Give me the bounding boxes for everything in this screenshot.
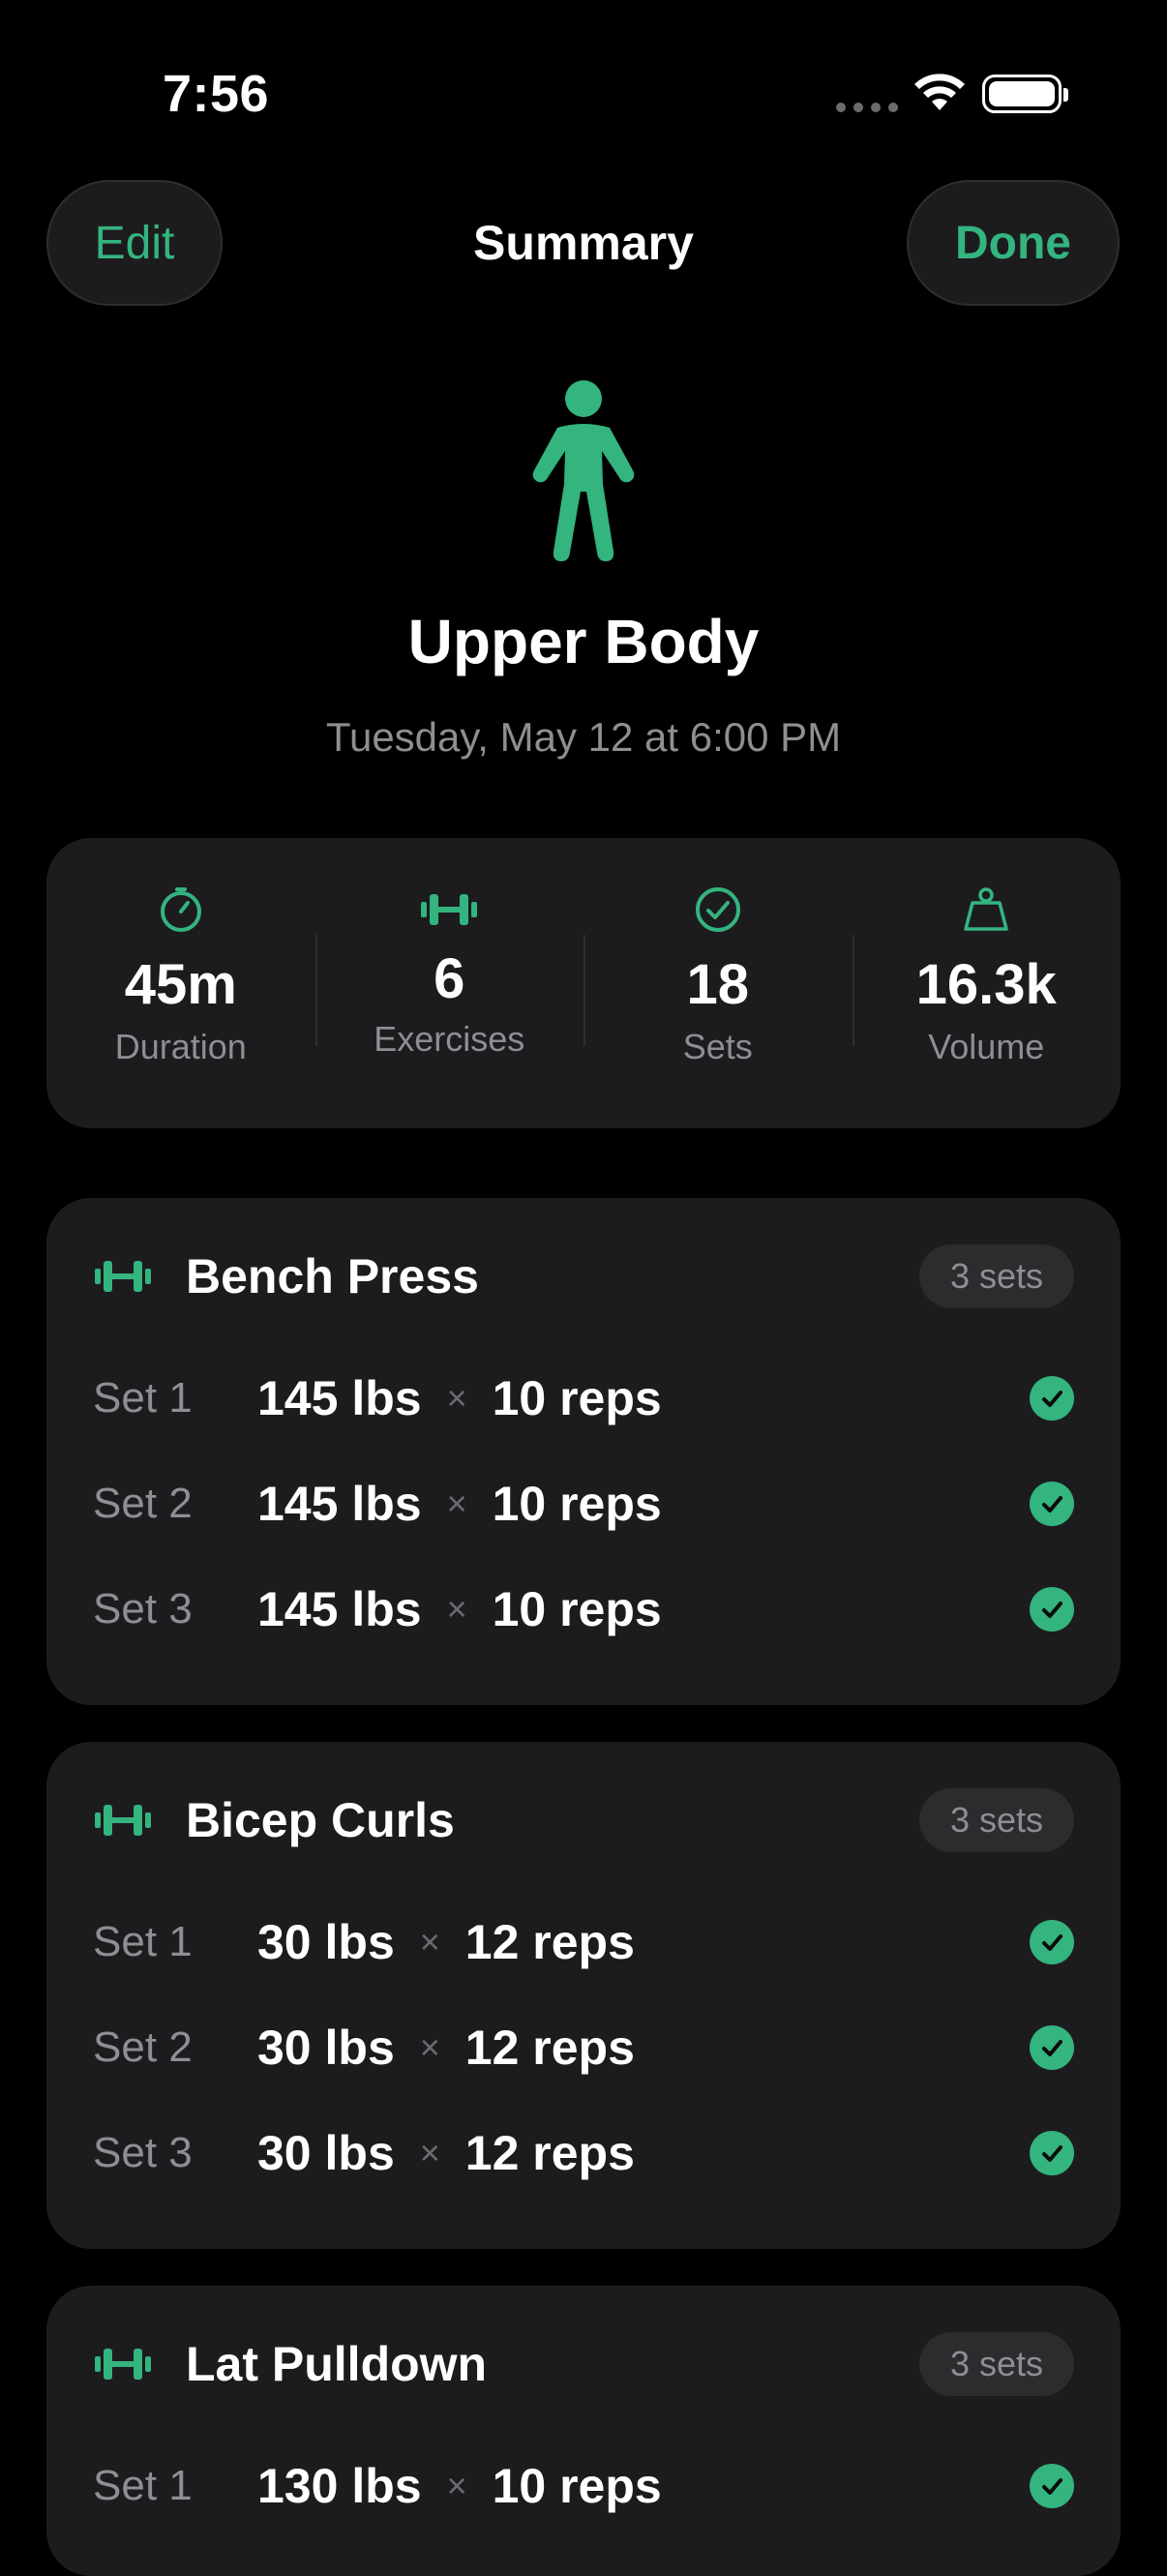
times-symbol: × [419, 2133, 440, 2172]
times-symbol: × [446, 1483, 467, 1523]
set-reps: 10 reps [492, 2459, 662, 2513]
set-reps: 12 reps [464, 1915, 635, 1969]
set-weight: 145 lbs [257, 1582, 422, 1636]
status-time: 7:56 [163, 65, 270, 123]
exercise-card-bench-press[interactable]: Bench Press 3 sets Set 1 145 lbs × 10 re… [46, 1198, 1121, 1705]
set-row[interactable]: Set 1 145 lbs × 10 reps [93, 1355, 1074, 1442]
set-row[interactable]: Set 1 130 lbs × 10 reps [93, 2442, 1074, 2530]
sets-count-badge: 3 sets [918, 2332, 1074, 2396]
stat-sets: 18 Sets [584, 838, 853, 1128]
set-label: Set 1 [93, 2462, 193, 2509]
set-weight: 145 lbs [257, 1371, 422, 1425]
cellular-signal-icon [836, 103, 898, 112]
set-label: Set 1 [93, 1374, 193, 1422]
dumbbell-icon [421, 894, 478, 925]
workout-date: Tuesday, May 12 at 6:00 PM [325, 714, 842, 760]
set-row[interactable]: Set 1 30 lbs × 12 reps [93, 1899, 1074, 1986]
set-label: Set 1 [93, 1918, 193, 1965]
set-weight: 30 lbs [257, 2021, 395, 2075]
stat-value: 45m [124, 953, 237, 1016]
set-reps: 10 reps [492, 1371, 662, 1425]
exercise-name: Lat Pulldown [186, 2337, 488, 2391]
wifi-icon [914, 74, 965, 110]
sets-count-badge: 3 sets [918, 1788, 1074, 1852]
times-symbol: × [446, 2466, 467, 2505]
times-symbol: × [419, 1922, 440, 1962]
completed-check-icon [1030, 2464, 1074, 2508]
dumbbell-icon [95, 2349, 151, 2380]
set-reps: 10 reps [492, 1477, 662, 1531]
completed-check-icon [1030, 1920, 1074, 1964]
stats-card: 45m Duration 6 Exercises 18 Sets 16.3k V… [46, 838, 1121, 1128]
completed-check-icon [1030, 1587, 1074, 1632]
timer-icon [160, 887, 201, 932]
set-label: Set 2 [93, 1480, 193, 1527]
dumbbell-icon [95, 1805, 151, 1836]
set-weight: 30 lbs [257, 1915, 395, 1969]
set-label: Set 3 [93, 2129, 193, 2176]
stat-value: 6 [434, 947, 465, 1010]
set-reps: 12 reps [464, 2126, 635, 2180]
workout-title: Upper Body [407, 607, 760, 676]
set-row[interactable]: Set 3 30 lbs × 12 reps [93, 2110, 1074, 2197]
battery-icon [982, 75, 1068, 113]
set-weight: 130 lbs [257, 2459, 422, 2513]
dumbbell-icon [95, 1261, 151, 1292]
times-symbol: × [446, 1378, 467, 1418]
sets-count-badge: 3 sets [918, 1244, 1074, 1308]
exercise-card-bicep-curls[interactable]: Bicep Curls 3 sets Set 1 30 lbs × 12 rep… [46, 1742, 1121, 2249]
set-row[interactable]: Set 2 145 lbs × 10 reps [93, 1460, 1074, 1547]
set-label: Set 2 [93, 2023, 193, 2071]
exercise-name: Bench Press [186, 1249, 479, 1303]
set-label: Set 3 [93, 1585, 193, 1632]
completed-check-icon [1030, 1482, 1074, 1526]
stat-value: 16.3k [915, 953, 1057, 1016]
stat-label: Duration [114, 1027, 247, 1066]
completed-check-icon [1030, 1376, 1074, 1421]
times-symbol: × [419, 2027, 440, 2067]
set-row[interactable]: Set 3 145 lbs × 10 reps [93, 1566, 1074, 1653]
exercise-name: Bicep Curls [186, 1793, 455, 1847]
weight-icon [964, 887, 1008, 931]
completed-check-icon [1030, 2131, 1074, 2175]
stat-volume: 16.3k Volume [852, 838, 1122, 1128]
stat-exercises: 6 Exercises [314, 838, 584, 1128]
stat-value: 18 [686, 953, 749, 1016]
exercise-card-lat-pulldown[interactable]: Lat Pulldown 3 sets Set 1 130 lbs × 10 r… [46, 2286, 1121, 2576]
set-row[interactable]: Set 2 30 lbs × 12 reps [93, 2004, 1074, 2091]
set-reps: 10 reps [492, 1582, 662, 1636]
set-weight: 145 lbs [257, 1477, 422, 1531]
set-weight: 30 lbs [257, 2126, 395, 2180]
times-symbol: × [446, 1589, 467, 1629]
status-bar: 7:56 [0, 0, 1167, 184]
stat-label: Exercises [374, 1019, 525, 1059]
completed-check-icon [1030, 2025, 1074, 2070]
figure-standing-icon [532, 380, 635, 561]
done-button[interactable]: Done [907, 180, 1120, 306]
set-reps: 12 reps [464, 2021, 635, 2075]
stat-label: Volume [928, 1027, 1045, 1066]
stat-duration: 45m Duration [46, 838, 315, 1128]
stat-label: Sets [682, 1027, 753, 1066]
checkmark-circle-icon [695, 887, 740, 932]
